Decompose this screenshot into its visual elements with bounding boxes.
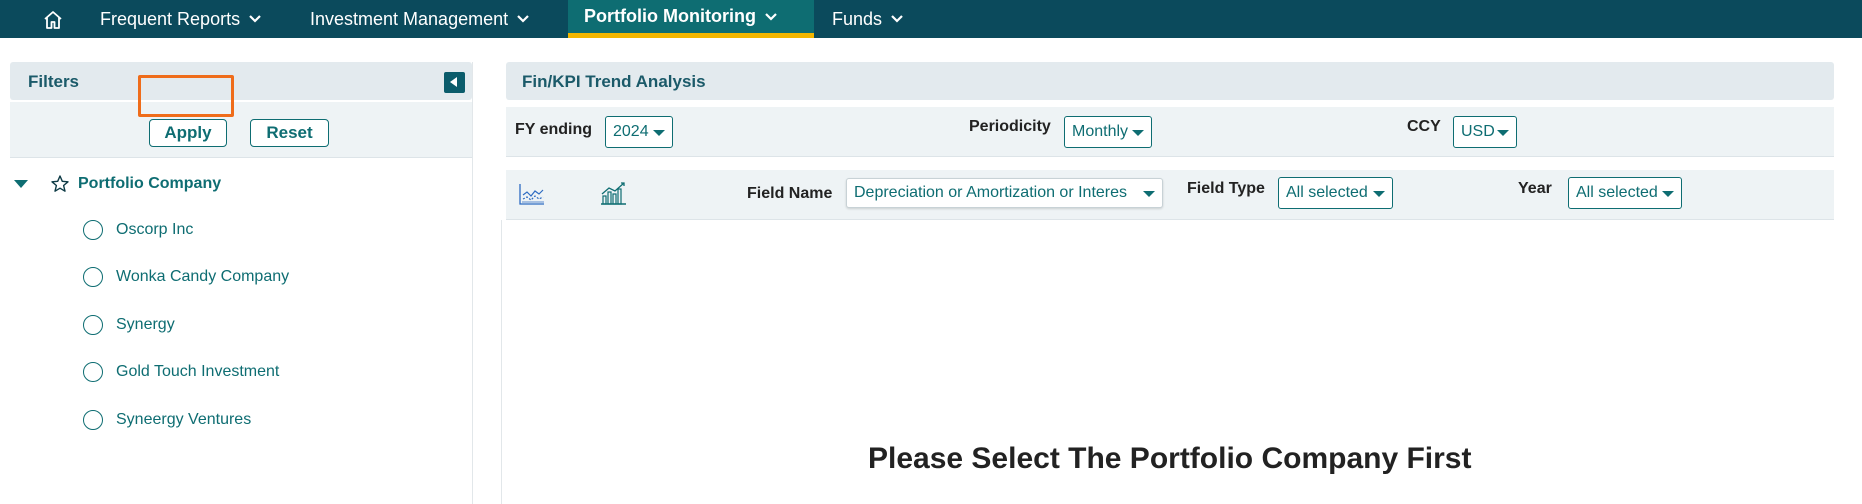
radio-icon[interactable] <box>83 362 103 382</box>
fy-ending-select[interactable]: 2024 <box>605 116 673 148</box>
radio-icon[interactable] <box>83 220 103 240</box>
tree-item-label: Syneergy Ventures <box>116 411 252 428</box>
radio-icon[interactable] <box>83 410 103 430</box>
reset-button[interactable]: Reset <box>250 119 329 147</box>
tree-item-label: Oscorp Inc <box>116 221 194 238</box>
caret-down-icon <box>1143 191 1155 197</box>
tree-item-synergy[interactable]: Synergy <box>83 313 175 337</box>
nav-label: Portfolio Monitoring <box>584 6 756 26</box>
ccy-label: CCY <box>1407 118 1441 135</box>
home-icon[interactable] <box>42 9 64 31</box>
star-icon[interactable] <box>50 174 70 194</box>
caret-down-icon <box>1497 130 1509 136</box>
filters-title: Filters <box>28 72 80 91</box>
fy-ending-value: 2024 <box>613 123 649 140</box>
nav-label: Investment Management <box>310 8 509 29</box>
periodicity-select[interactable]: Monthly <box>1064 116 1152 148</box>
tree-root-label: Portfolio Company <box>78 175 222 192</box>
apply-focus-outline <box>138 75 234 117</box>
radio-icon[interactable] <box>83 267 103 287</box>
filter-actions <box>10 102 472 158</box>
year-select[interactable]: All selected <box>1568 177 1682 209</box>
year-label: Year <box>1518 180 1552 197</box>
nav-label: Frequent Reports <box>100 8 241 29</box>
empty-state-message: Please Select The Portfolio Company Firs… <box>868 442 1472 475</box>
tree-item-gold-touch[interactable]: Gold Touch Investment <box>83 360 279 384</box>
nav-label: Funds <box>832 8 883 29</box>
analysis-header: Fin/KPI Trend Analysis <box>506 62 1834 100</box>
tree-item-wonka[interactable]: Wonka Candy Company <box>83 265 289 289</box>
nav-frequent-reports[interactable]: Frequent Reports <box>100 0 262 38</box>
periodicity-label: Periodicity <box>969 118 1051 135</box>
field-type-value: All selected <box>1286 184 1368 201</box>
chevron-down-icon <box>517 15 529 23</box>
nav-funds[interactable]: Funds <box>832 0 904 38</box>
nav-investment-management[interactable]: Investment Management <box>310 0 530 38</box>
field-type-select[interactable]: All selected <box>1278 177 1393 209</box>
top-nav: Frequent Reports Investment Management P… <box>0 0 1862 38</box>
caret-down-icon <box>1662 191 1674 197</box>
ccy-value: USD <box>1461 123 1495 140</box>
radio-icon[interactable] <box>83 315 103 335</box>
field-name-select[interactable]: Depreciation or Amortization or Interes <box>846 178 1163 208</box>
tree-item-label: Synergy <box>116 316 175 333</box>
caret-down-icon <box>653 130 665 136</box>
collapse-panel-icon[interactable] <box>444 72 465 93</box>
tree-root-portfolio-company[interactable]: Portfolio Company <box>14 172 221 196</box>
year-value: All selected <box>1576 184 1658 201</box>
chevron-down-icon <box>891 15 903 23</box>
tree-item-label: Gold Touch Investment <box>116 363 280 380</box>
apply-button[interactable]: Apply <box>149 119 227 147</box>
field-type-label: Field Type <box>1187 180 1265 197</box>
bar-chart-icon[interactable] <box>599 180 627 206</box>
fy-ending-label: FY ending <box>515 121 593 138</box>
line-chart-icon[interactable] <box>518 181 546 207</box>
tree-item-label: Wonka Candy Company <box>116 268 290 285</box>
caret-down-icon <box>1373 191 1385 197</box>
tree-item-syneergy[interactable]: Syneergy Ventures <box>83 408 251 432</box>
tree-item-oscorp[interactable]: Oscorp Inc <box>83 218 193 242</box>
ccy-select[interactable]: USD <box>1453 116 1517 148</box>
chevron-down-icon <box>765 12 777 21</box>
periodicity-value: Monthly <box>1072 123 1129 140</box>
field-name-value: Depreciation or Amortization or Interes <box>854 184 1128 201</box>
field-name-label: Field Name <box>747 185 833 202</box>
nav-portfolio-monitoring[interactable]: Portfolio Monitoring <box>568 0 814 38</box>
caret-down-icon[interactable] <box>14 180 28 188</box>
analysis-options-row <box>506 107 1834 157</box>
filters-header: Filters <box>10 62 472 100</box>
caret-down-icon <box>1132 130 1144 136</box>
chevron-down-icon <box>249 15 261 23</box>
analysis-title: Fin/KPI Trend Analysis <box>522 72 706 91</box>
